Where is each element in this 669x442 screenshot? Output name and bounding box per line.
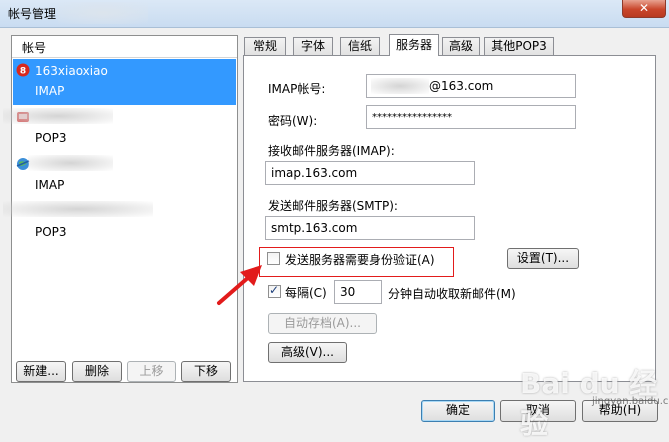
imap-account-value: @163.com <box>429 79 494 93</box>
blurred-account-name <box>3 108 113 124</box>
title-blur <box>58 2 148 24</box>
svg-text:8: 8 <box>20 67 26 77</box>
move-down-button[interactable]: 下移 <box>181 361 231 382</box>
blurred-account-name <box>28 155 113 171</box>
auth-checkbox[interactable] <box>267 252 280 265</box>
account-type: IMAP <box>35 178 65 192</box>
tab-stationery[interactable]: 信纸 <box>340 37 380 55</box>
account-type: POP3 <box>35 131 67 145</box>
password-input[interactable]: **************** <box>366 105 576 129</box>
account-item[interactable]: 8 163xiaoxiao IMAP <box>13 59 236 105</box>
account-list-header: 帐号 <box>12 36 237 58</box>
title-bar[interactable]: 帐号管理 ✕ <box>0 0 669 28</box>
window-title: 帐号管理 <box>8 7 57 21</box>
tab-general[interactable]: 常规 <box>244 37 286 55</box>
imap-account-input[interactable]: @163.com <box>366 74 576 98</box>
minutes-label: 分钟自动收取新邮件(M) <box>388 287 516 301</box>
imap-account-label: IMAP帐号: <box>268 82 326 96</box>
incoming-server-input[interactable]: imap.163.com <box>265 161 475 185</box>
tab-font[interactable]: 字体 <box>293 37 333 55</box>
account-list[interactable]: 帐号 8 163xiaoxiao IMAP POP3 IMAP POP3 <box>3 35 238 383</box>
close-button[interactable]: ✕ <box>622 0 666 18</box>
arrow-icon <box>217 265 262 305</box>
watermark-url: jingyan.baidu.com <box>592 396 669 407</box>
auto-check-checkbox[interactable] <box>268 283 281 298</box>
account-type: IMAP <box>35 84 65 98</box>
outgoing-server-label: 发送邮件服务器(SMTP): <box>268 199 398 213</box>
auto-check-minutes-input[interactable]: 30 <box>334 280 382 304</box>
settings-button[interactable]: 设置(T)... <box>507 248 579 269</box>
close-icon: ✕ <box>638 1 650 15</box>
ok-button[interactable]: 确定 <box>421 400 495 422</box>
move-up-button[interactable]: 上移 <box>127 361 176 382</box>
account-type: POP3 <box>35 225 67 239</box>
password-label: 密码(W): <box>268 114 318 128</box>
account-item[interactable]: POP3 <box>3 200 236 246</box>
mail-163-icon: 8 <box>16 63 30 77</box>
auto-archive-button[interactable]: 自动存档(A)... <box>268 313 377 334</box>
new-account-button[interactable]: 新建... <box>16 361 66 382</box>
outgoing-server-input[interactable]: smtp.163.com <box>265 216 475 240</box>
incoming-server-label: 接收邮件服务器(IMAP): <box>268 144 395 158</box>
account-item[interactable]: POP3 <box>3 106 236 152</box>
advanced-button[interactable]: 高级(V)... <box>268 342 347 363</box>
tab-server[interactable]: 服务器 <box>389 34 439 56</box>
auth-checkbox-label: 发送服务器需要身份验证(A) <box>285 253 435 267</box>
delete-account-button[interactable]: 删除 <box>72 361 122 382</box>
blurred-account-name <box>3 201 153 217</box>
auto-check-label: 每隔(C) <box>285 286 327 300</box>
blurred-username <box>371 78 429 94</box>
account-name: 163xiaoxiao <box>35 64 108 78</box>
account-item[interactable]: IMAP <box>13 153 236 199</box>
tab-other-pop3[interactable]: 其他POP3 <box>484 37 554 55</box>
tab-advanced[interactable]: 高级 <box>442 37 480 55</box>
